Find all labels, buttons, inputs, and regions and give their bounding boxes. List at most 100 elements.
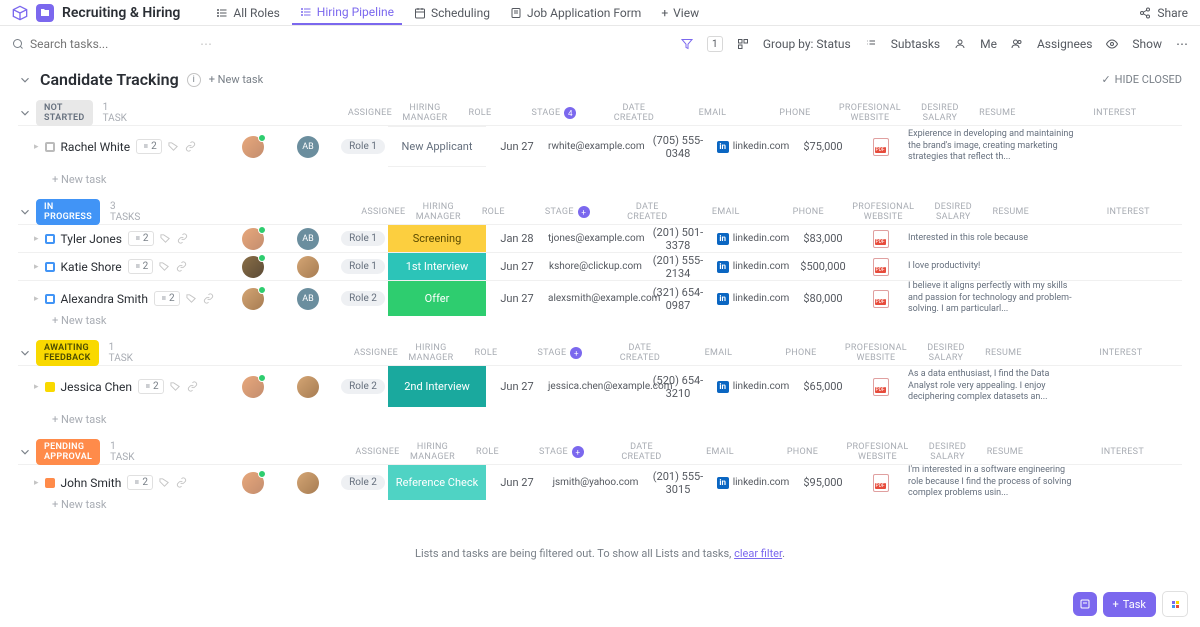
status-dot[interactable] bbox=[45, 294, 55, 304]
link-icon[interactable] bbox=[176, 477, 187, 488]
role-cell[interactable]: Role 2 bbox=[338, 475, 388, 490]
status-pill[interactable]: AWAITING FEEDBACK bbox=[36, 340, 99, 366]
new-task-header[interactable]: + New task bbox=[209, 73, 263, 86]
col-resume[interactable]: RESUME bbox=[983, 207, 1038, 217]
expand-icon[interactable]: ▸ bbox=[34, 294, 39, 304]
col-salary[interactable]: DESIRED SALARY bbox=[923, 202, 983, 222]
show-button[interactable]: Show bbox=[1132, 37, 1162, 51]
email-cell[interactable]: jessica.chen@example.com bbox=[548, 381, 643, 392]
email-cell[interactable]: tjones@example.com bbox=[548, 233, 643, 244]
status-dot[interactable] bbox=[45, 262, 55, 272]
expand-icon[interactable]: ▸ bbox=[34, 262, 39, 272]
link-icon[interactable] bbox=[185, 141, 196, 152]
collapse-icon[interactable] bbox=[18, 205, 32, 219]
assignees-button[interactable]: Assignees bbox=[1037, 37, 1092, 51]
more-icon[interactable]: ⋯ bbox=[200, 37, 212, 51]
col-stage[interactable]: STAGE 4 bbox=[505, 107, 603, 119]
assignee-cell[interactable] bbox=[228, 228, 278, 250]
col-resume[interactable]: RESUME bbox=[976, 348, 1031, 358]
link-icon[interactable] bbox=[177, 233, 188, 244]
assignee-cell[interactable] bbox=[228, 376, 278, 398]
col-phone[interactable]: PHONE bbox=[773, 207, 843, 217]
expand-icon[interactable]: ▸ bbox=[34, 382, 39, 392]
role-cell[interactable]: Role 1 bbox=[338, 139, 388, 154]
col-interest[interactable]: INTEREST bbox=[1025, 108, 1200, 118]
resume-cell[interactable] bbox=[853, 474, 908, 492]
expand-icon[interactable]: ▸ bbox=[34, 478, 39, 488]
subtask-count[interactable]: 2 bbox=[154, 291, 180, 306]
col-assignee[interactable]: ASSIGNEE bbox=[358, 207, 408, 217]
status-dot[interactable] bbox=[45, 234, 55, 244]
collapse-all-icon[interactable] bbox=[18, 73, 32, 87]
col-role[interactable]: ROLE bbox=[461, 348, 511, 358]
apps-button[interactable] bbox=[1162, 591, 1188, 617]
note-button[interactable] bbox=[1073, 592, 1097, 616]
status-dot[interactable] bbox=[45, 142, 55, 152]
col-hiring-manager[interactable]: HIRING MANAGER bbox=[403, 442, 463, 462]
link-icon[interactable] bbox=[203, 293, 214, 304]
col-date[interactable]: DATE CREATED bbox=[616, 202, 678, 222]
role-cell[interactable]: Role 1 bbox=[338, 259, 388, 274]
website-cell[interactable]: inlinkedin.com bbox=[713, 477, 793, 489]
status-pill[interactable]: PENDING APPROVAL bbox=[36, 439, 100, 465]
email-cell[interactable]: jsmith@yahoo.com bbox=[548, 477, 643, 488]
col-phone[interactable]: PHONE bbox=[768, 447, 838, 457]
tag-icon[interactable] bbox=[159, 477, 170, 488]
assignee-cell[interactable] bbox=[228, 472, 278, 494]
col-role[interactable]: ROLE bbox=[463, 447, 513, 457]
status-dot[interactable] bbox=[45, 478, 55, 488]
subtask-count[interactable]: 2 bbox=[127, 475, 153, 490]
subtask-count[interactable]: 2 bbox=[128, 259, 154, 274]
col-email[interactable]: EMAIL bbox=[671, 348, 766, 358]
manager-avatar[interactable]: AB bbox=[297, 288, 319, 310]
expand-icon[interactable]: ▸ bbox=[34, 142, 39, 152]
website-cell[interactable]: inlinkedin.com bbox=[713, 261, 793, 273]
task-row[interactable]: ▸ Alexandra Smith 2 AB Role 2 Offer Jun … bbox=[18, 280, 1182, 308]
hide-closed-button[interactable]: ✓ HIDE CLOSED bbox=[1101, 73, 1182, 86]
col-salary[interactable]: DESIRED SALARY bbox=[918, 442, 978, 462]
tag-icon[interactable] bbox=[168, 141, 179, 152]
search-input[interactable] bbox=[30, 37, 150, 51]
stage-cell[interactable]: Offer bbox=[388, 281, 486, 316]
col-salary[interactable]: DESIRED SALARY bbox=[910, 103, 970, 123]
resume-cell[interactable] bbox=[853, 230, 908, 248]
tab-job-application[interactable]: Job Application Form bbox=[502, 1, 649, 25]
col-date[interactable]: DATE CREATED bbox=[611, 442, 673, 462]
role-cell[interactable]: Role 2 bbox=[338, 291, 388, 306]
col-hiring-manager[interactable]: HIRING MANAGER bbox=[395, 103, 455, 123]
email-cell[interactable]: kshore@clickup.com bbox=[548, 261, 643, 272]
assignee-cell[interactable] bbox=[228, 136, 278, 158]
collapse-icon[interactable] bbox=[18, 445, 32, 459]
col-role[interactable]: ROLE bbox=[455, 108, 505, 118]
col-interest[interactable]: INTEREST bbox=[1033, 447, 1200, 457]
expand-icon[interactable]: ▸ bbox=[34, 234, 39, 244]
email-cell[interactable]: alexsmith@example.com bbox=[548, 293, 643, 304]
col-stage[interactable]: STAGE + bbox=[513, 446, 611, 458]
assignee-avatar[interactable] bbox=[242, 228, 264, 250]
manager-avatar[interactable]: AB bbox=[297, 228, 319, 250]
col-website[interactable]: PROFESIONAL WEBSITE bbox=[838, 442, 918, 462]
subtask-count[interactable]: 2 bbox=[138, 379, 164, 394]
subtasks-button[interactable]: Subtasks bbox=[891, 37, 940, 51]
subtask-count[interactable]: 2 bbox=[136, 139, 162, 154]
task-row[interactable]: ▸ Katie Shore 2 Role 1 1st Interview Jun… bbox=[18, 252, 1182, 280]
tab-all-roles[interactable]: All Roles bbox=[208, 1, 287, 25]
tag-icon[interactable] bbox=[159, 261, 170, 272]
link-icon[interactable] bbox=[176, 261, 187, 272]
col-interest[interactable]: INTEREST bbox=[1038, 207, 1200, 217]
share-button[interactable]: Share bbox=[1157, 6, 1188, 20]
status-pill[interactable]: IN PROGRESS bbox=[36, 199, 100, 225]
me-button[interactable]: Me bbox=[980, 37, 997, 51]
col-date[interactable]: DATE CREATED bbox=[609, 343, 671, 363]
cube-icon[interactable] bbox=[12, 5, 28, 21]
col-phone[interactable]: PHONE bbox=[766, 348, 836, 358]
assignee-avatar[interactable] bbox=[242, 376, 264, 398]
clear-filter-link[interactable]: clear filter bbox=[734, 547, 782, 560]
task-row[interactable]: ▸ Jessica Chen 2 Role 2 2nd Interview Ju… bbox=[18, 365, 1182, 407]
assignee-avatar[interactable] bbox=[242, 256, 264, 278]
tab-scheduling[interactable]: Scheduling bbox=[406, 1, 498, 25]
manager-cell[interactable]: AB bbox=[278, 136, 338, 158]
resume-cell[interactable] bbox=[853, 138, 908, 156]
filter-count[interactable]: 1 bbox=[707, 36, 723, 52]
tag-icon[interactable] bbox=[186, 293, 197, 304]
